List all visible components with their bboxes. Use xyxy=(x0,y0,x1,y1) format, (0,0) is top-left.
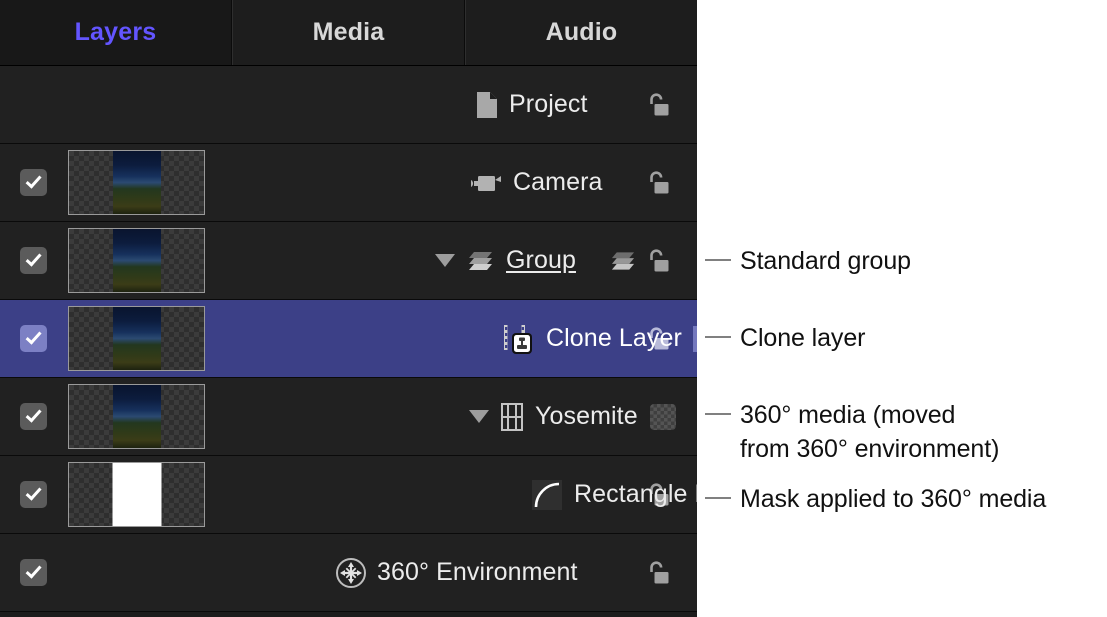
unlocked-padlock-icon[interactable] xyxy=(644,169,671,197)
unlocked-padlock-icon[interactable] xyxy=(644,559,671,587)
layers-panel: Layers Media Audio Project Camera Group … xyxy=(0,0,754,617)
layer-row-360-environment[interactable]: 360° Environment xyxy=(0,534,697,612)
layer-label-cell: Rectangle Ma… xyxy=(207,456,754,533)
layer-row-group[interactable]: Group xyxy=(0,222,697,300)
rectangle-mask-icon xyxy=(532,479,562,510)
tab-bar: Layers Media Audio xyxy=(0,0,697,66)
group-layers-icon xyxy=(467,250,494,272)
360-environment-icon xyxy=(335,557,367,589)
layer-label-cell: Group xyxy=(207,222,589,299)
layer-row-project[interactable]: Project xyxy=(0,66,697,144)
layer-row-clone-layer[interactable]: Clone Layer xyxy=(0,300,724,378)
layer-thumbnail xyxy=(68,150,205,215)
layer-row-rectangle-mask[interactable]: Rectangle Ma… xyxy=(0,456,754,534)
tab-audio[interactable]: Audio xyxy=(465,0,697,65)
layer-title: Yosemite xyxy=(535,402,638,430)
layer-title: 360° Environment xyxy=(377,558,578,586)
layer-title: Clone Layer xyxy=(546,324,682,352)
row-right-controls xyxy=(589,534,697,611)
layer-row-camera[interactable]: Camera xyxy=(0,144,697,222)
checkbox-cell xyxy=(0,247,66,274)
camera-icon xyxy=(469,171,503,195)
film-strip-icon xyxy=(501,402,523,431)
annotation-360-media: 360° media (moved from 360° environment) xyxy=(705,398,999,466)
checkbox-cell xyxy=(0,559,66,586)
layer-visibility-checkbox[interactable] xyxy=(19,169,47,196)
layer-title: Project xyxy=(509,90,588,118)
leader-line xyxy=(705,413,731,415)
annotation-text: Clone layer xyxy=(740,324,866,352)
thumbnail-cell xyxy=(66,306,207,371)
leader-line xyxy=(705,259,731,261)
layer-visibility-checkbox[interactable] xyxy=(19,247,47,274)
group-layers-icon[interactable] xyxy=(610,250,636,272)
checkbox-cell xyxy=(0,403,66,430)
layer-label-cell: Project xyxy=(207,66,589,143)
tab-media[interactable]: Media xyxy=(232,0,465,65)
layer-label-cell: Yosemite xyxy=(207,378,676,455)
leader-line xyxy=(705,497,731,499)
checkbox-cell xyxy=(0,169,66,196)
layer-thumbnail xyxy=(68,228,205,293)
annotation-standard-group: Standard group xyxy=(705,244,911,278)
annotation-clone-layer: Clone layer xyxy=(705,321,865,355)
checkbox-cell xyxy=(0,325,66,352)
layer-thumbnail xyxy=(68,306,205,371)
layer-thumbnail xyxy=(68,384,205,449)
row-right-controls xyxy=(589,144,697,221)
annotation-mask-applied: Mask applied to 360° media xyxy=(705,482,1046,516)
thumbnail-cell xyxy=(66,228,207,293)
mask-checker-badge[interactable] xyxy=(649,403,676,430)
leader-line xyxy=(705,336,731,338)
layer-title[interactable]: Group xyxy=(506,246,576,275)
thumbnail-cell xyxy=(66,384,207,449)
layer-thumbnail xyxy=(68,462,205,527)
layer-label-cell: 360° Environment xyxy=(207,534,589,611)
unlocked-padlock-icon[interactable] xyxy=(644,91,671,119)
document-icon xyxy=(475,91,499,119)
row-right-controls xyxy=(589,66,697,143)
tab-layers[interactable]: Layers xyxy=(0,0,232,65)
annotation-callouts: Standard group Clone layer 360° media (m… xyxy=(697,0,1107,617)
layer-visibility-checkbox[interactable] xyxy=(19,481,47,508)
checkbox-cell xyxy=(0,481,66,508)
layer-label-cell: Clone Layer xyxy=(207,300,724,377)
annotation-text: 360° media (moved from 360° environment) xyxy=(740,401,1000,463)
clone-layer-icon xyxy=(502,323,535,355)
layer-visibility-checkbox[interactable] xyxy=(19,403,47,430)
chevron-down-icon[interactable] xyxy=(469,410,489,423)
thumbnail-cell xyxy=(66,150,207,215)
tab-audio-label: Audio xyxy=(545,18,618,46)
layer-visibility-checkbox[interactable] xyxy=(19,325,47,352)
thumbnail-cell xyxy=(66,462,207,527)
tab-layers-label: Layers xyxy=(74,18,157,46)
layer-label-cell: Camera xyxy=(207,144,602,221)
layer-row-yosemite[interactable]: Yosemite xyxy=(0,378,697,456)
layer-visibility-checkbox[interactable] xyxy=(19,559,47,586)
annotation-text: Standard group xyxy=(740,247,911,275)
tab-media-label: Media xyxy=(312,18,385,46)
unlocked-padlock-icon[interactable] xyxy=(644,247,671,275)
annotation-text: Mask applied to 360° media xyxy=(740,485,1047,513)
row-right-controls xyxy=(589,222,697,299)
chevron-down-icon[interactable] xyxy=(435,254,455,267)
layer-title: Camera xyxy=(513,168,603,196)
